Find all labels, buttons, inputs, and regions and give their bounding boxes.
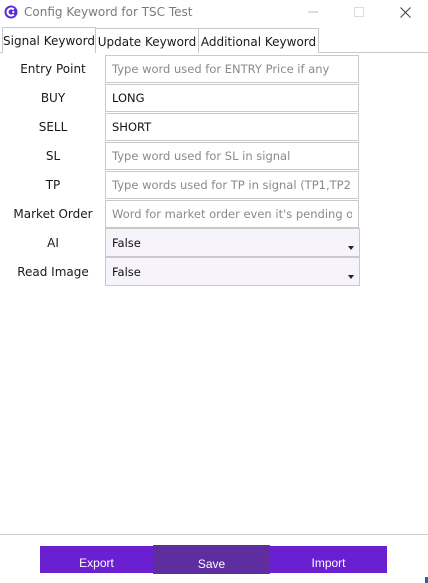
tab-additional-keyword[interactable]: Additional Keyword bbox=[199, 28, 319, 53]
window-title: Config Keyword for TSC Test bbox=[24, 5, 193, 19]
config-keyword-window: Config Keyword for TSC Test Signal Keywo… bbox=[0, 0, 428, 583]
tp-input[interactable] bbox=[105, 171, 359, 199]
market-order-label: Market Order bbox=[13, 207, 93, 221]
read-image-select-value: False bbox=[112, 265, 141, 279]
ai-label: AI bbox=[47, 236, 59, 250]
tp-label: TP bbox=[45, 178, 61, 192]
sell-input[interactable] bbox=[105, 113, 359, 141]
chevron-down-icon bbox=[348, 246, 354, 250]
ai-select[interactable]: False bbox=[105, 228, 360, 257]
maximize-button[interactable] bbox=[336, 0, 382, 24]
sell-label: SELL bbox=[38, 120, 68, 134]
import-button[interactable]: Import bbox=[270, 546, 387, 573]
read-image-select[interactable]: False bbox=[105, 257, 360, 286]
buy-label: BUY bbox=[40, 91, 66, 105]
sl-label: SL bbox=[45, 149, 61, 163]
buy-input[interactable] bbox=[105, 84, 359, 112]
close-icon bbox=[399, 6, 411, 18]
entry-point-input[interactable] bbox=[105, 55, 359, 83]
market-order-input[interactable] bbox=[105, 200, 359, 228]
minimize-button[interactable] bbox=[290, 0, 336, 24]
tab-signal-keyword[interactable]: Signal Keyword bbox=[2, 27, 96, 53]
app-logo-icon bbox=[4, 5, 18, 19]
ai-select-value: False bbox=[112, 236, 141, 250]
title-bar: Config Keyword for TSC Test bbox=[0, 0, 428, 24]
chevron-down-icon bbox=[348, 275, 354, 279]
close-button[interactable] bbox=[382, 0, 428, 24]
maximize-icon bbox=[354, 7, 364, 17]
entry-point-label: Entry Point bbox=[20, 62, 86, 76]
footer-divider bbox=[0, 534, 428, 535]
sl-input[interactable] bbox=[105, 142, 359, 170]
export-button[interactable]: Export bbox=[40, 546, 153, 573]
tab-update-keyword[interactable]: Update Keyword bbox=[96, 28, 199, 53]
minimize-icon bbox=[308, 11, 318, 13]
read-image-label: Read Image bbox=[17, 265, 89, 279]
save-button[interactable]: Save bbox=[153, 545, 270, 574]
